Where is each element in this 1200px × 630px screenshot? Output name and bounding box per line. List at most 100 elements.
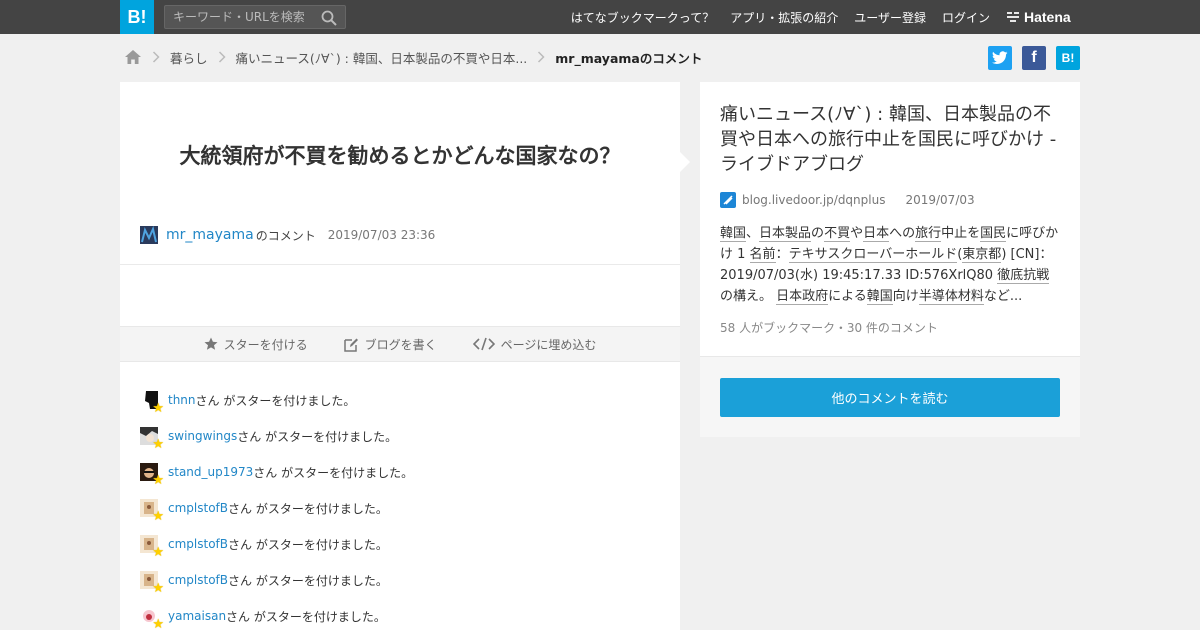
star-user-link[interactable]: thnn	[168, 393, 196, 407]
star-icon	[204, 337, 218, 350]
description-text: の	[811, 226, 825, 241]
avatar[interactable]	[140, 226, 158, 244]
description-text: の構え。	[720, 289, 777, 304]
keyword-link[interactable]: 国民	[980, 226, 1007, 242]
entry-date: 2019/07/03	[905, 193, 975, 207]
star-message: さん がスターを付けました。	[228, 573, 388, 588]
keyword-link[interactable]: 韓国	[720, 226, 747, 242]
add-star-button[interactable]: スターを付ける	[204, 336, 308, 353]
breadcrumb-entry[interactable]: 痛いニュース(ﾉ∀`) : 韓国、日本製品の不買や日本...	[236, 48, 528, 67]
breadcrumb-category[interactable]: 暮らし	[170, 48, 208, 67]
top-bar: B! はてなブックマークって？ アプリ・拡張の紹介 ユーザー登録 ログイン Ha…	[0, 0, 1200, 34]
list-item: ★ cmplstofB さん がスターを付けました。	[140, 526, 660, 562]
star-user-link[interactable]: stand_up1973	[168, 465, 253, 479]
keyword-link[interactable]: クローバー	[840, 247, 906, 263]
site-favicon-icon	[720, 192, 736, 208]
facebook-icon: f	[1031, 49, 1037, 66]
description-text: ：	[775, 247, 789, 262]
keyword-link[interactable]: 韓国	[866, 289, 893, 305]
description-text: 、	[746, 226, 760, 241]
hatena-bookmark-icon: B!	[1061, 51, 1075, 65]
description-text: 中止を	[941, 226, 981, 241]
star-user-link[interactable]: swingwings	[168, 429, 237, 443]
list-item: ★ yamaisan さん がスターを付けました。	[140, 598, 660, 630]
comment-card: 大統領府が不買を勧めるとかどんな国家なの？ mr_mayama のコメント 20…	[120, 82, 690, 630]
keyword-link[interactable]: 不買	[824, 226, 851, 242]
keyword-link[interactable]: 日本製品	[759, 226, 812, 242]
star-user-link[interactable]: cmplstofB	[168, 537, 228, 551]
search-icon[interactable]	[321, 10, 337, 26]
star-icon: ★	[152, 581, 164, 596]
list-item: ★ swingwings さん がスターを付けました。	[140, 418, 660, 454]
star-icon: ★	[152, 617, 164, 630]
keyword-link[interactable]: 日本	[863, 226, 890, 242]
star-message: さん がスターを付けました。	[226, 609, 386, 624]
nav-register[interactable]: ユーザー登録	[854, 9, 926, 26]
avatar[interactable]: ★	[140, 499, 164, 523]
description-text: 向け	[892, 289, 919, 304]
comment-meta: mr_mayama のコメント 2019/07/03 23:36	[140, 226, 435, 244]
write-blog-label: ブログを書く	[364, 337, 437, 352]
avatar[interactable]: ★	[140, 571, 164, 595]
chevron-right-icon	[152, 51, 160, 63]
comment-date: 2019/07/03 23:36	[327, 228, 436, 242]
divider	[120, 264, 680, 265]
star-list: ★ thnn さん がスターを付けました。 ★ swingwings さん がスター…	[140, 382, 660, 630]
hatena-brand[interactable]: Hatena	[1006, 0, 1071, 34]
keyword-link[interactable]: 日本政府	[776, 289, 829, 305]
star-message: さん がスターを付けました。	[195, 393, 356, 408]
keyword-link[interactable]: 半導体材料	[918, 289, 984, 305]
entry-title[interactable]: 痛いニュース(ﾉ∀`) : 韓国、日本製品の不買や日本への旅行中止を国民に呼びか…	[720, 102, 1060, 177]
search-input[interactable]	[165, 6, 315, 28]
avatar[interactable]: ★	[140, 463, 164, 487]
list-item: ★ stand_up1973 さん がスターを付けました。	[140, 454, 660, 490]
list-item: ★ cmplstofB さん がスターを付けました。	[140, 490, 660, 526]
search-box	[164, 5, 346, 29]
star-icon: ★	[152, 437, 164, 452]
keyword-link[interactable]: 旅行	[915, 226, 942, 242]
entry-panel: 痛いニュース(ﾉ∀`) : 韓国、日本製品の不買や日本への旅行中止を国民に呼びか…	[700, 82, 1080, 356]
home-icon[interactable]	[124, 49, 142, 65]
hatena-brand-label: Hatena	[1024, 9, 1071, 25]
avatar[interactable]: ★	[140, 607, 164, 630]
star-user-link[interactable]: cmplstofB	[168, 501, 228, 515]
breadcrumb: 暮らし 痛いニュース(ﾉ∀`) : 韓国、日本製品の不買や日本... mr_ma…	[124, 46, 702, 68]
hatena-share-button[interactable]: B!	[1056, 46, 1080, 70]
avatar[interactable]: ★	[140, 535, 164, 559]
star-message: さん がスターを付けました。	[228, 501, 388, 516]
bookmark-count[interactable]: 58 人がブックマーク・30 件のコメント	[720, 319, 1060, 336]
avatar[interactable]: ★	[140, 391, 164, 415]
twitter-share-button[interactable]	[988, 46, 1012, 70]
chevron-right-icon	[218, 51, 226, 63]
nav-login[interactable]: ログイン	[942, 9, 990, 26]
facebook-share-button[interactable]: f	[1022, 46, 1046, 70]
star-user-link[interactable]: yamaisan	[168, 609, 226, 623]
code-icon	[472, 337, 495, 351]
star-user-link[interactable]: cmplstofB	[168, 573, 228, 587]
breadcrumb-current: mr_mayamaのコメント	[555, 50, 703, 66]
nav-about[interactable]: はてなブックマークって？	[571, 9, 714, 26]
keyword-link[interactable]: テキサス	[788, 247, 841, 263]
embed-button[interactable]: ページに埋め込む	[472, 336, 596, 353]
avatar[interactable]: ★	[140, 427, 164, 451]
card-pointer	[680, 152, 690, 172]
star-message: さん がスターを付けました。	[237, 429, 398, 444]
hatena-bookmark-logo[interactable]: B!	[120, 0, 154, 34]
star-icon: ★	[152, 509, 164, 524]
action-bar: スターを付ける ブログを書く ページに埋め込む	[120, 326, 680, 362]
keyword-link[interactable]: 東京都	[962, 247, 1002, 263]
twitter-icon	[992, 51, 1008, 65]
comment-user-link[interactable]: mr_mayama	[166, 227, 254, 243]
chevron-right-icon	[538, 51, 545, 63]
entry-domain[interactable]: blog.livedoor.jp/dqnplus	[742, 193, 885, 207]
keyword-link[interactable]: ホールド	[905, 247, 958, 263]
keyword-link[interactable]: 徹底抗戦	[997, 268, 1050, 284]
write-blog-button[interactable]: ブログを書く	[343, 336, 437, 353]
star-icon: ★	[152, 545, 164, 560]
add-star-label: スターを付ける	[223, 337, 308, 352]
read-more-comments-button[interactable]: 他のコメントを読む	[720, 378, 1060, 417]
keyword-link[interactable]: 名前	[749, 247, 776, 263]
description-text: による	[828, 289, 867, 304]
nav-apps[interactable]: アプリ・拡張の紹介	[730, 9, 838, 26]
list-item: ★ thnn さん がスターを付けました。	[140, 382, 660, 418]
